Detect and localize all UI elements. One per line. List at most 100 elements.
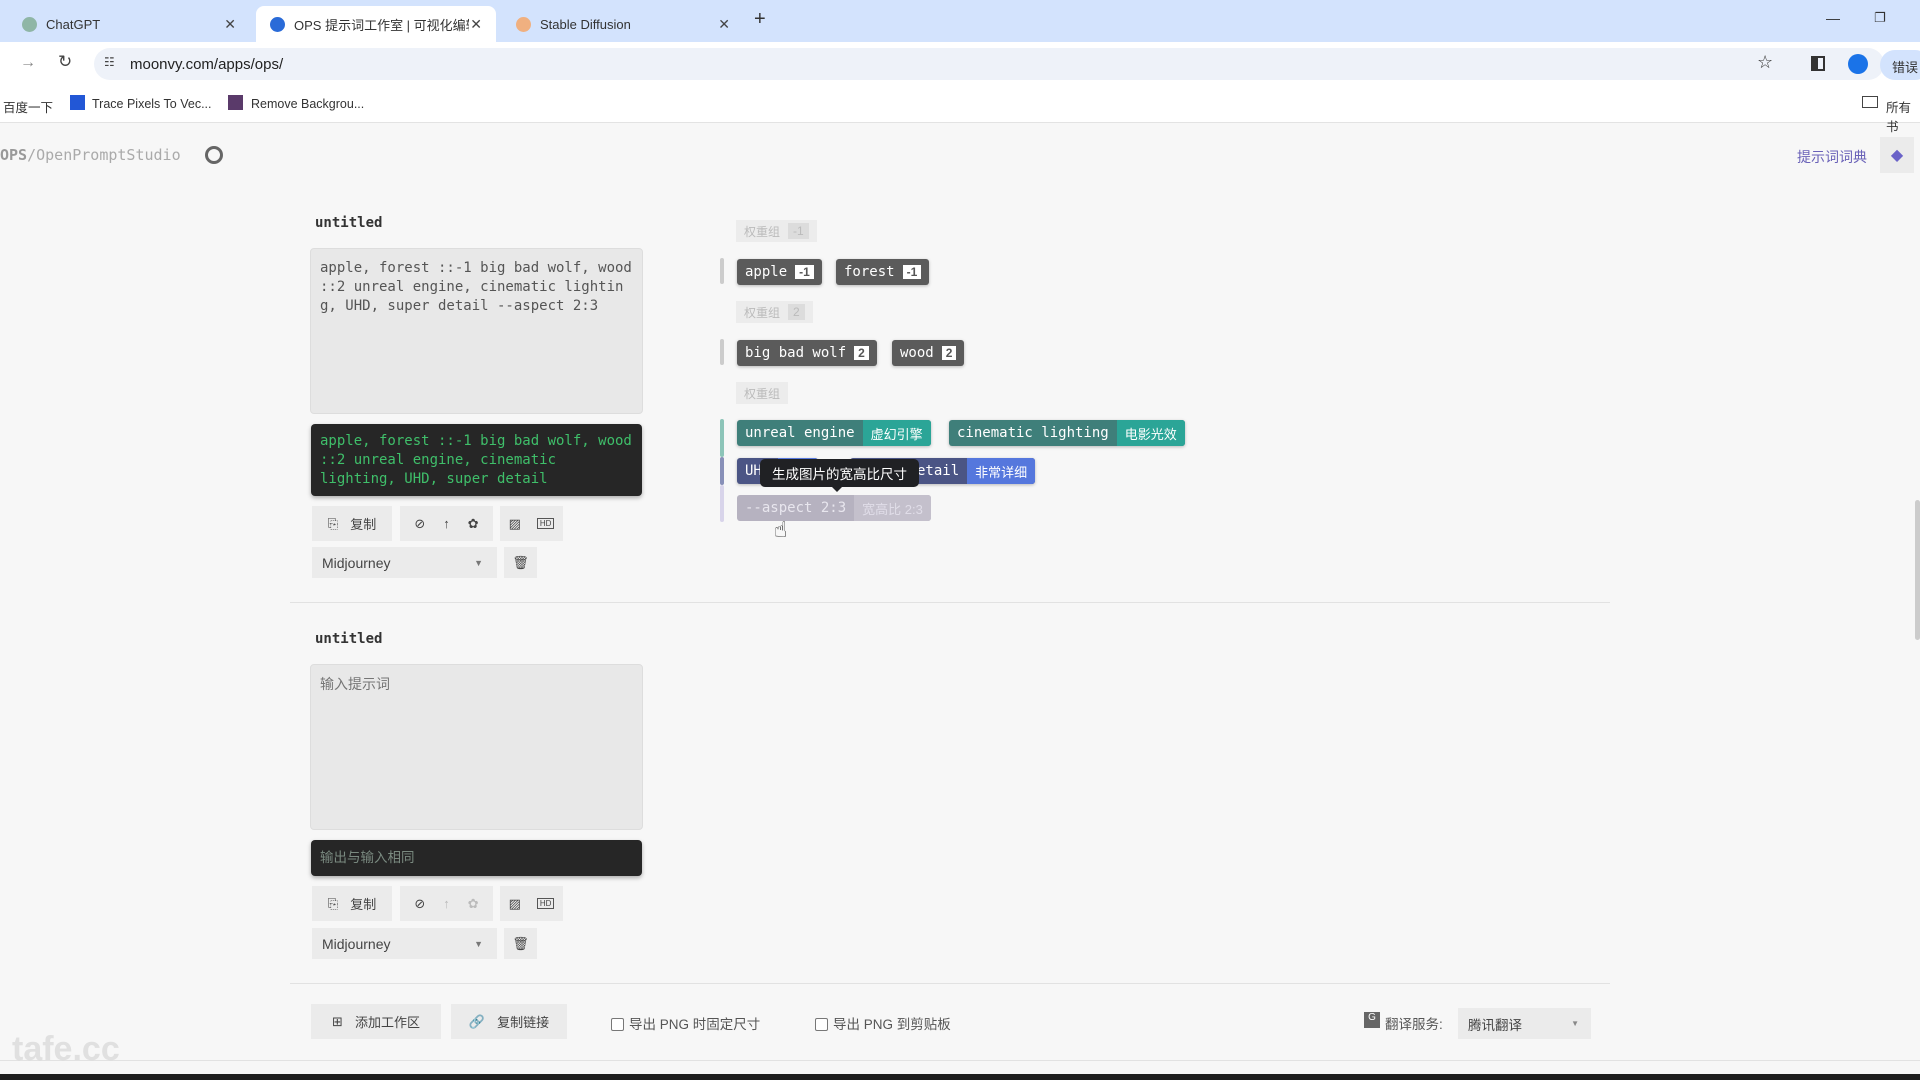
new-tab-button[interactable]: + [754,8,766,31]
github-icon[interactable] [205,146,223,164]
star-icon[interactable]: ☆ [1757,52,1773,73]
bookmark-remove-bg[interactable]: Remove Backgrou... [251,97,364,111]
palette-icon[interactable]: ✿ [468,896,479,912]
tag-cinematic-lighting[interactable]: cinematic lighting 电影光效 [949,420,1185,446]
copy-link-button[interactable]: 🔗 复制链接 [451,1004,567,1039]
tag-translation: 非常详细 [967,458,1036,484]
watermark: tafe.cc [12,1030,120,1068]
tag-forest[interactable]: forest -1 [836,259,930,285]
workspace-title[interactable]: untitled [315,215,382,231]
clear-icon[interactable]: ⊘ [414,896,425,912]
export-fixed-size-checkbox[interactable]: 导出 PNG 时固定尺寸 [611,1013,760,1033]
bookmark-baidu[interactable]: 百度一下 [3,97,53,116]
chevron-down-icon: ▼ [474,557,483,568]
model-value: Midjourney [322,554,391,571]
tab-stable-diffusion[interactable]: Stable Diffusion ✕ [502,6,744,42]
close-icon[interactable]: ✕ [718,16,730,33]
tag-text: big bad wolf [745,345,847,361]
trace-pixels-icon [70,95,85,110]
reload-icon[interactable]: ↻ [58,52,72,72]
app-brand[interactable]: OPS/OpenPromptStudio [0,146,181,164]
book-icon[interactable]: ◆ [1880,137,1914,173]
tab-ops[interactable]: OPS 提示词工作室 | 可视化编辑 ✕ [256,6,496,42]
weight-value: 2 [788,304,805,320]
side-panel-icon[interactable] [1811,56,1825,71]
weight-group-label: 权重组 [736,382,789,404]
workspace-title[interactable]: untitled [315,631,382,647]
prompt-input[interactable]: apple, forest ::-1 big bad wolf, wood ::… [310,248,643,414]
copy-icon: ⎘ [327,515,339,531]
prompt-input[interactable] [310,664,643,830]
model-value: Midjourney [322,935,391,952]
minimize-button[interactable]: — [1826,10,1840,26]
scrollbar[interactable] [1915,500,1920,640]
ops-icon [270,16,285,32]
divider [290,983,1610,984]
arrow-up-icon[interactable]: ↑ [443,896,450,911]
copy-button[interactable]: ⎘ 复制 [312,886,392,921]
delete-button[interactable]: 🗑 [504,928,537,959]
tag-text: cinematic lighting [957,425,1109,441]
tab-label: Stable Diffusion [540,16,631,32]
model-select[interactable]: Midjourney ▼ [312,928,497,959]
tag-weight: 2 [854,346,869,360]
prompt-output: 输出与输入相同 [311,840,642,876]
bookmark-trace-pixels[interactable]: Trace Pixels To Vec... [92,97,212,111]
copy-icon: ⎘ [327,895,339,911]
tag-apple[interactable]: apple -1 [737,259,822,285]
dictionary-link[interactable]: 提示词词典 [1797,147,1867,167]
clear-icon[interactable]: ⊘ [414,516,425,532]
export-group: ▨ HD [500,506,563,541]
palette-icon[interactable]: ✿ [468,516,479,532]
group-bar [720,485,724,522]
trash-icon: 🗑 [512,554,529,570]
image-icon[interactable]: ▨ [509,516,521,532]
group-bar [720,339,724,365]
tool-group: ⊘ ↑ ✿ [400,506,493,541]
delete-button[interactable]: 🗑 [504,547,537,578]
weight-group-text: 权重组 [744,386,781,401]
add-icon: ⊞ [332,1013,343,1029]
close-icon[interactable]: ✕ [224,16,236,33]
tag-unreal-engine[interactable]: unreal engine 虚幻引擎 [737,420,931,446]
checkbox[interactable] [611,1018,624,1031]
taskbar-strip [0,1074,1920,1080]
image-icon[interactable]: ▨ [509,896,521,912]
tag-text: forest [844,264,895,280]
checkbox[interactable] [815,1018,828,1031]
tag-wood[interactable]: wood 2 [892,340,965,366]
tag-aspect[interactable]: --aspect 2:3 宽高比 2:3 [737,495,931,521]
hd-icon[interactable]: HD [536,898,555,909]
forward-icon[interactable]: → [20,54,36,72]
hd-icon[interactable]: HD [536,518,555,529]
tag-text: wood [900,345,934,361]
all-bookmarks[interactable]: 所有书 [1886,97,1920,135]
profile-avatar[interactable] [1848,54,1868,74]
tooltip-arrow [831,486,843,498]
tag-text: unreal engine [745,425,855,441]
folder-icon [1862,96,1878,108]
trash-icon: 🗑 [512,935,529,951]
site-settings-icon[interactable]: ☷ [104,55,115,69]
tab-chatgpt[interactable]: ChatGPT ✕ [8,6,250,42]
copy-button[interactable]: ⎘ 复制 [312,506,392,541]
model-select[interactable]: Midjourney ▼ [312,547,497,578]
translate-service-select[interactable]: 腾讯翻译 ▼ [1458,1008,1591,1039]
add-workspace-button[interactable]: ⊞ 添加工作区 [311,1004,441,1039]
restore-button[interactable]: ❐ [1874,10,1886,26]
error-label: 错误 [1892,60,1919,75]
arrow-up-icon[interactable]: ↑ [443,516,450,531]
sd-icon [516,16,531,32]
remove-bg-icon [228,95,243,110]
export-clipboard-checkbox[interactable]: 导出 PNG 到剪贴板 [815,1013,951,1033]
translate-label: 翻译服务: [1385,1017,1443,1032]
url-input[interactable]: moonvy.com/apps/ops/ [94,48,1884,80]
tag-big-bad-wolf[interactable]: big bad wolf 2 [737,340,877,366]
tooltip: 生成图片的宽高比尺寸 [760,459,919,487]
error-button[interactable]: 错误 [1880,50,1920,80]
close-icon[interactable]: ✕ [470,16,482,33]
tag-translation: 虚幻引擎 [862,420,931,446]
tab-label: ChatGPT [46,16,101,32]
copy-label: 复制 [350,897,377,912]
translate-value: 腾讯翻译 [1468,1017,1522,1033]
